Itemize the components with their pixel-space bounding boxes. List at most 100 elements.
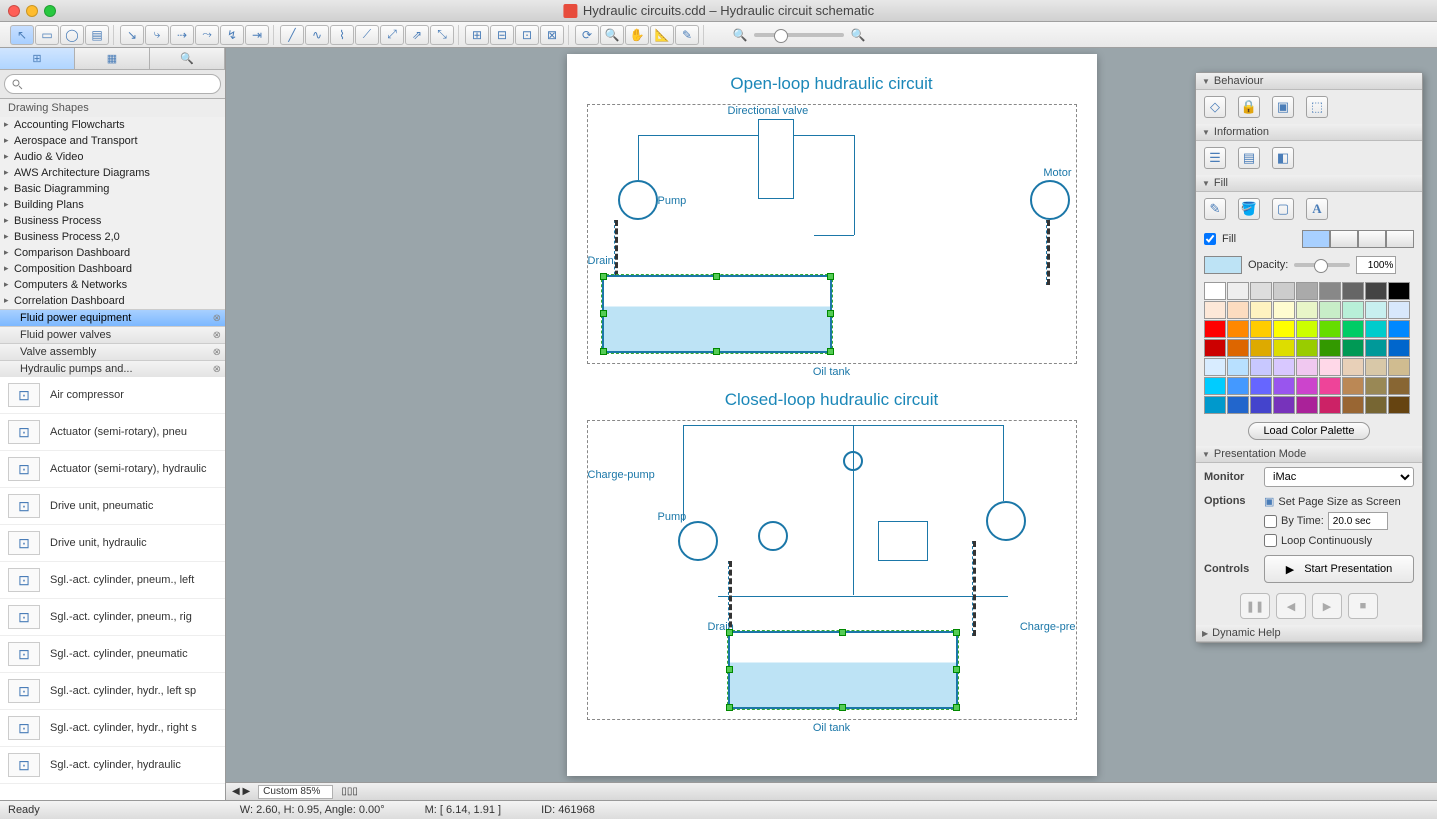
- sidebar-category[interactable]: Comparison Dashboard: [0, 245, 225, 261]
- color-swatch[interactable]: [1296, 339, 1318, 357]
- sidebar-category[interactable]: Building Plans: [0, 197, 225, 213]
- line-tool-2[interactable]: ∿: [305, 25, 329, 45]
- connector-tool-1[interactable]: ↘: [120, 25, 144, 45]
- connector-tool-6[interactable]: ⇥: [245, 25, 269, 45]
- text-tool[interactable]: ▤: [85, 25, 109, 45]
- close-icon[interactable]: ⊗: [213, 330, 221, 341]
- line-tool-3[interactable]: ⌇: [330, 25, 354, 45]
- by-time-input[interactable]: [1328, 512, 1388, 530]
- next-button[interactable]: ▶: [1312, 593, 1342, 619]
- color-swatch[interactable]: [1296, 320, 1318, 338]
- shape-item[interactable]: ⊡Sgl.-act. cylinder, pneumatic: [0, 636, 225, 673]
- color-swatch[interactable]: [1319, 377, 1341, 395]
- color-swatch[interactable]: [1204, 396, 1226, 414]
- close-icon[interactable]: ⊗: [213, 313, 221, 324]
- sidebar-tab-search[interactable]: 🔍: [150, 48, 225, 69]
- zoom-out-icon[interactable]: 🔍: [728, 25, 752, 45]
- close-icon[interactable]: ⊗: [213, 364, 221, 375]
- color-swatch[interactable]: [1342, 320, 1364, 338]
- color-swatch[interactable]: [1250, 301, 1272, 319]
- pointer-tool[interactable]: ↖: [10, 25, 34, 45]
- monitor-select[interactable]: iMac: [1264, 467, 1414, 487]
- presentation-header[interactable]: Presentation Mode: [1196, 446, 1422, 463]
- color-swatch[interactable]: [1204, 339, 1226, 357]
- color-swatch[interactable]: [1250, 396, 1272, 414]
- fill-text-icon[interactable]: A: [1306, 198, 1328, 220]
- connector-tool-3[interactable]: ⇢: [170, 25, 194, 45]
- load-palette-button[interactable]: Load Color Palette: [1248, 422, 1369, 440]
- minimize-window-button[interactable]: [26, 5, 38, 17]
- oil-tank-2[interactable]: [728, 631, 958, 709]
- zoom-tool[interactable]: 🔍: [600, 25, 624, 45]
- oil-tank-1[interactable]: [602, 275, 832, 353]
- prev-button[interactable]: ◀: [1276, 593, 1306, 619]
- fill-shadow-icon[interactable]: ▢: [1272, 198, 1294, 220]
- color-swatch[interactable]: [1273, 320, 1295, 338]
- zoom-selector[interactable]: Custom 85%: [258, 785, 333, 799]
- info-icon-2[interactable]: ▤: [1238, 147, 1260, 169]
- current-fill-swatch[interactable]: [1204, 256, 1242, 274]
- sidebar-category[interactable]: Basic Diagramming: [0, 181, 225, 197]
- shape-item[interactable]: ⊡Sgl.-act. cylinder, hydr., left sp: [0, 673, 225, 710]
- color-swatch[interactable]: [1250, 377, 1272, 395]
- sidebar-subcategory[interactable]: Hydraulic pumps and...⊗: [0, 360, 225, 377]
- color-swatch[interactable]: [1227, 377, 1249, 395]
- shape-item[interactable]: ⊡Drive unit, pneumatic: [0, 488, 225, 525]
- color-swatch[interactable]: [1204, 358, 1226, 376]
- color-swatch[interactable]: [1388, 396, 1410, 414]
- color-swatch[interactable]: [1319, 396, 1341, 414]
- color-swatch[interactable]: [1204, 320, 1226, 338]
- behaviour-icon-3[interactable]: ▣: [1272, 96, 1294, 118]
- shape-item[interactable]: ⊡Sgl.-act. cylinder, hydr., right s: [0, 710, 225, 747]
- pan-tool[interactable]: ✋: [625, 25, 649, 45]
- fill-header[interactable]: Fill: [1196, 175, 1422, 192]
- opacity-slider[interactable]: [1294, 263, 1350, 267]
- group-tool-1[interactable]: ⊞: [465, 25, 489, 45]
- color-swatch[interactable]: [1342, 377, 1364, 395]
- line-tool-5[interactable]: ⤢: [380, 25, 404, 45]
- stop-button[interactable]: ■: [1348, 593, 1378, 619]
- shape-item[interactable]: ⊡Actuator (semi-rotary), pneu: [0, 414, 225, 451]
- color-swatch[interactable]: [1204, 282, 1226, 300]
- color-swatch[interactable]: [1296, 358, 1318, 376]
- sidebar-subcategory[interactable]: Valve assembly⊗: [0, 343, 225, 360]
- nav-tool-1[interactable]: ⟳: [575, 25, 599, 45]
- sidebar-category[interactable]: Business Process: [0, 213, 225, 229]
- ellipse-tool[interactable]: ◯: [60, 25, 84, 45]
- color-swatch[interactable]: [1342, 358, 1364, 376]
- color-swatch[interactable]: [1273, 377, 1295, 395]
- sidebar-category[interactable]: Accounting Flowcharts: [0, 117, 225, 133]
- fill-gradient-button[interactable]: [1330, 230, 1358, 248]
- rect-tool[interactable]: ▭: [35, 25, 59, 45]
- color-swatch[interactable]: [1319, 358, 1341, 376]
- sidebar-category[interactable]: Composition Dashboard: [0, 261, 225, 277]
- fill-solid-button[interactable]: [1302, 230, 1330, 248]
- color-swatch[interactable]: [1273, 358, 1295, 376]
- color-swatch[interactable]: [1204, 377, 1226, 395]
- color-swatch[interactable]: [1342, 339, 1364, 357]
- close-icon[interactable]: ⊗: [213, 347, 221, 358]
- measure-tool[interactable]: 📐: [650, 25, 674, 45]
- fill-pattern-button[interactable]: [1358, 230, 1386, 248]
- color-swatch[interactable]: [1342, 396, 1364, 414]
- fill-checkbox[interactable]: [1204, 233, 1216, 245]
- group-tool-2[interactable]: ⊟: [490, 25, 514, 45]
- group-tool-3[interactable]: ⊡: [515, 25, 539, 45]
- lock-icon[interactable]: 🔒: [1238, 96, 1260, 118]
- color-swatch[interactable]: [1365, 339, 1387, 357]
- zoom-window-button[interactable]: [44, 5, 56, 17]
- shape-search-input[interactable]: [4, 74, 221, 94]
- fill-image-button[interactable]: [1386, 230, 1414, 248]
- by-time-checkbox[interactable]: [1264, 515, 1277, 528]
- behaviour-icon-4[interactable]: ⬚: [1306, 96, 1328, 118]
- color-swatch[interactable]: [1273, 301, 1295, 319]
- drawing-page[interactable]: Open-loop hudraulic circuit Directional …: [567, 54, 1097, 776]
- sidebar-tab-grid[interactable]: ▦: [75, 48, 150, 69]
- color-swatch[interactable]: [1273, 339, 1295, 357]
- color-swatch[interactable]: [1250, 320, 1272, 338]
- pause-button[interactable]: ❚❚: [1240, 593, 1270, 619]
- color-swatch[interactable]: [1388, 301, 1410, 319]
- group-tool-4[interactable]: ⊠: [540, 25, 564, 45]
- color-swatch[interactable]: [1296, 396, 1318, 414]
- page-nav[interactable]: ◀ ▶: [232, 786, 250, 797]
